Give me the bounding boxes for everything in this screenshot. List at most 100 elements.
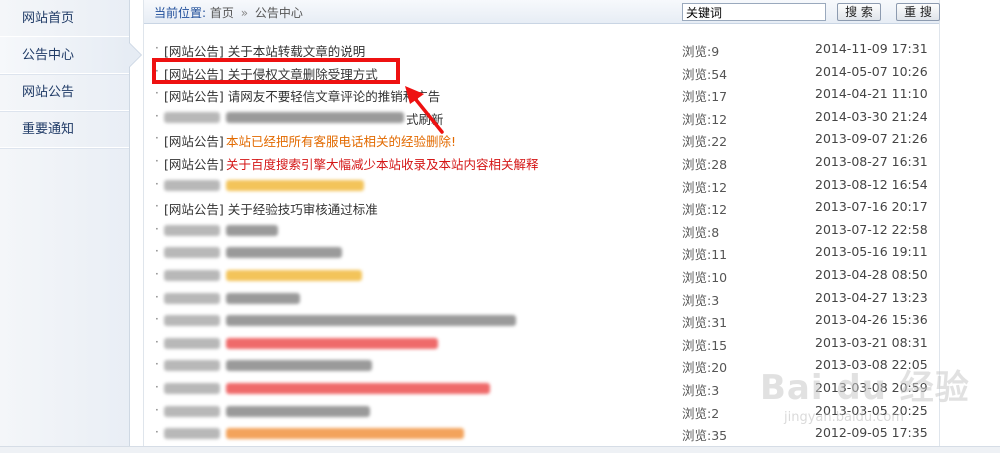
bullet-icon: · [155,176,159,191]
list-item[interactable]: · 浏览:31 2013-04-26 15:36 [144,309,941,332]
list-item[interactable]: · 浏览:35 2012-09-05 17:35 [144,422,941,445]
list-item[interactable]: · 浏览:3 2013-03-08 20:59 [144,377,941,400]
list-item[interactable]: · 式刷新 浏览:12 2014-03-30 21:24 [144,106,941,129]
bullet-icon: · [155,131,159,146]
item-title[interactable]: 式刷新 [406,109,444,128]
breadcrumb-separator: » [240,6,249,20]
item-date: 2012-09-05 17:35 [815,425,928,441]
item-views: 浏览:11 [682,247,728,263]
horizontal-scrollbar[interactable] [0,446,1000,453]
blurred-text [164,247,220,259]
item-date: 2013-03-08 22:05 [815,357,928,373]
bullet-icon: · [155,357,159,372]
list-item[interactable]: · [网站公告] 本站已经把所有客服电话相关的经验删除! 浏览:22 2013-… [144,128,941,151]
breadcrumb-home-link[interactable]: 首页 [210,6,234,20]
blurred-text [226,360,372,372]
search-input[interactable] [682,3,826,21]
sidebar-item-home[interactable]: 网站首页 [0,0,129,37]
item-views: 浏览:2 [682,405,720,421]
bullet-icon: · [155,425,159,440]
item-views: 浏览:35 [682,428,728,444]
blurred-text [164,428,220,440]
item-views: 浏览:17 [682,89,728,105]
item-date: 2013-07-12 22:58 [815,221,928,237]
list-item[interactable]: · [网站公告] 请网友不要轻信文章评论的推销和广告 浏览:17 2014-04… [144,83,941,106]
item-date: 2013-09-07 21:26 [815,131,928,147]
list-item[interactable]: · 浏览:8 2013-07-12 22:58 [144,219,941,242]
list-item[interactable]: · 浏览:20 2013-03-08 22:05 [144,354,941,377]
list-item[interactable]: · [网站公告] 关于本站转载文章的说明 浏览:9 2014-11-09 17:… [144,38,941,61]
item-date: 2013-08-27 16:31 [815,153,928,169]
bullet-icon: · [155,334,159,349]
list-item[interactable]: · 浏览:15 2013-03-21 08:31 [144,332,941,355]
top-bar: 当前位置: 首页 » 公告中心 搜 索 重 搜 [144,0,940,24]
blurred-text [226,247,342,259]
blurred-text [164,360,220,372]
list-item[interactable]: · 浏览:12 2013-08-12 16:54 [144,174,941,197]
item-title[interactable]: [网站公告] [164,131,224,150]
blurred-text [164,111,220,123]
search-button[interactable]: 搜 索 [837,3,881,21]
list-item[interactable]: · 浏览:2 2013-03-05 20:25 [144,400,941,423]
item-title-highlight[interactable]: 本站已经把所有客服电话相关的经验删除! [226,131,456,150]
blurred-text [164,315,220,327]
item-title[interactable]: [网站公告] 关于本站转载文章的说明 [164,41,365,60]
blurred-text [226,337,438,349]
item-title-highlight[interactable]: 关于百度搜索引擎大幅减少本站收录及本站内容相关解释 [226,154,539,173]
sidebar-item-important-notice[interactable]: 重要通知 [0,111,129,148]
blurred-text [226,428,464,440]
bullet-icon: · [155,402,159,417]
item-views: 浏览:9 [682,44,720,59]
blurred-text [226,111,404,123]
item-title[interactable]: [网站公告] 关于侵权文章删除受理方式 [164,64,378,83]
list-item[interactable]: · 浏览:11 2013-05-16 19:11 [144,241,941,264]
item-date: 2014-05-07 10:26 [815,63,928,79]
breadcrumb-current: 公告中心 [254,6,303,20]
list-item[interactable]: · [网站公告] 关于侵权文章删除受理方式 浏览:54 2014-05-07 1… [144,61,941,84]
breadcrumb: 当前位置: 首页 » 公告中心 [154,4,303,21]
bullet-icon: · [155,379,159,394]
sidebar-item-site-announcement[interactable]: 网站公告 [0,74,129,111]
bullet-icon: · [155,153,159,168]
item-date: 2013-05-16 19:11 [815,244,928,260]
breadcrumb-label: 当前位置: [154,6,207,20]
item-views: 浏览:12 [682,202,728,218]
bullet-icon: · [155,289,159,304]
blurred-text [226,405,370,417]
list-item[interactable]: · 浏览:10 2013-04-28 08:50 [144,264,941,287]
blurred-text [164,405,220,417]
blurred-text [164,269,220,281]
item-title[interactable]: [网站公告] 请网友不要轻信文章评论的推销和广告 [164,86,440,105]
item-date: 2013-04-26 15:36 [815,312,928,328]
item-views: 浏览:22 [682,134,728,150]
item-views: 浏览:3 [682,382,720,398]
bullet-icon: · [155,221,159,236]
reset-button[interactable]: 重 搜 [896,3,940,21]
item-date: 2013-07-16 20:17 [815,199,928,215]
sidebar-item-announcement-center[interactable]: 公告中心 [0,37,142,74]
list-item[interactable]: · [网站公告] 关于百度搜索引擎大幅减少本站收录及本站内容相关解释 浏览:28… [144,151,941,174]
blurred-text [164,179,220,191]
bullet-icon: · [155,312,159,327]
list-item[interactable]: · [网站公告] 关于经验技巧审核通过标准 浏览:12 2013-07-16 2… [144,196,941,219]
bullet-icon: · [155,244,159,259]
item-title[interactable]: [网站公告] 关于经验技巧审核通过标准 [164,199,378,218]
item-date: 2013-03-21 08:31 [815,334,928,350]
bullet-icon: · [155,86,159,101]
announcement-list: · [网站公告] 关于本站转载文章的说明 浏览:9 2014-11-09 17:… [144,38,941,445]
item-title[interactable]: [网站公告] [164,154,224,173]
blurred-text [164,224,220,236]
item-views: 浏览:10 [682,269,728,285]
item-date: 2013-03-08 20:59 [815,379,928,395]
item-views: 浏览:28 [682,156,728,172]
blurred-text [164,292,220,304]
item-views: 浏览:12 [682,179,728,195]
bullet-icon: · [155,41,159,55]
blurred-text [226,269,362,281]
item-views: 浏览:12 [682,111,728,127]
blurred-text [164,382,220,394]
list-item[interactable]: · 浏览:3 2013-04-27 13:23 [144,287,941,310]
item-date: 2013-08-12 16:54 [815,176,928,192]
bullet-icon: · [155,108,159,123]
blurred-text [226,382,490,394]
